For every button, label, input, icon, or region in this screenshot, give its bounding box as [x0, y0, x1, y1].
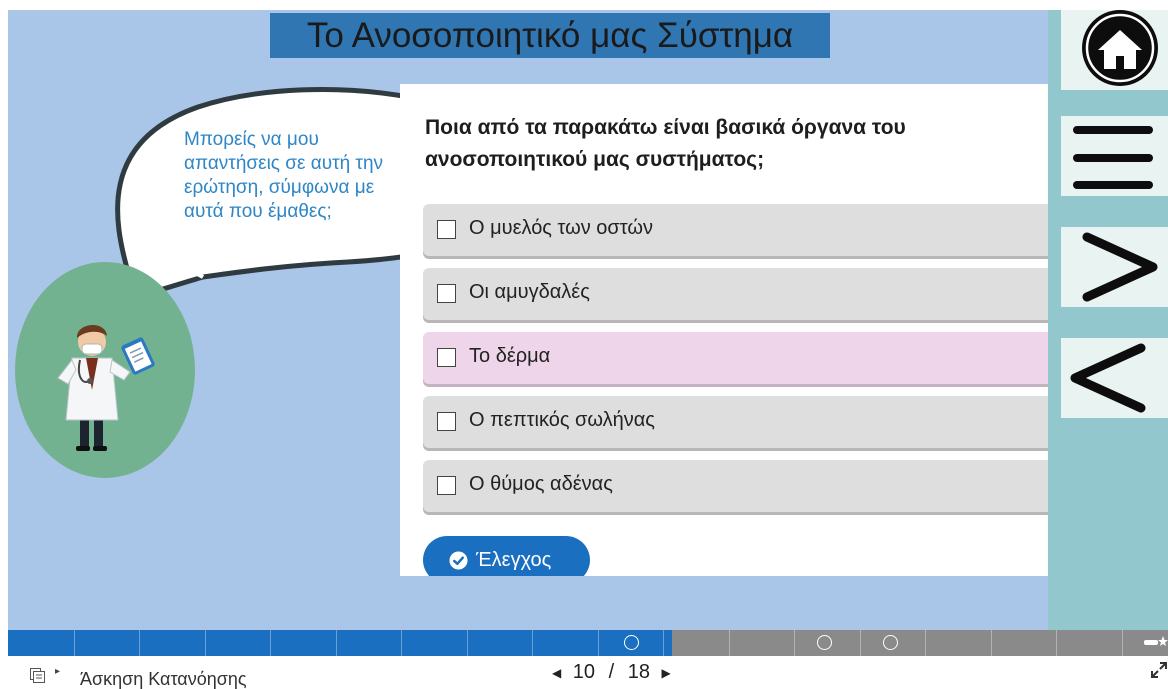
- quiz-option[interactable]: Ο πεπτικός σωλήνας: [423, 396, 1056, 448]
- check-circle-icon: [449, 551, 468, 570]
- progress-marker[interactable]: [817, 635, 833, 650]
- progress-segment-divider: [990, 630, 992, 656]
- progress-segment-divider: [335, 630, 337, 656]
- quiz-option[interactable]: Οι αμυγδαλές: [423, 268, 1056, 320]
- table-of-contents-icon[interactable]: [30, 668, 45, 683]
- menu-button[interactable]: [1061, 116, 1168, 196]
- quiz-option-label: Ο μυελός των οστών: [469, 217, 653, 239]
- progress-segment-divider: [401, 630, 402, 656]
- chevron-right-icon: [1082, 232, 1158, 302]
- quiz-option-label: Ο θύμος αδένας: [469, 473, 613, 495]
- next-button[interactable]: [1061, 227, 1168, 307]
- quiz-option-label: Ο πεπτικός σωλήνας: [469, 409, 655, 431]
- progress-fill: [8, 630, 672, 656]
- navigation-panel: [1048, 10, 1168, 630]
- progress-segment-divider: [794, 630, 795, 656]
- checkbox[interactable]: [437, 476, 456, 495]
- progress-bar[interactable]: [8, 630, 1168, 656]
- pager-separator: /: [608, 661, 615, 684]
- quiz-option[interactable]: Ο μυελός των οστών: [423, 204, 1056, 256]
- chevron-left-icon: [1070, 343, 1146, 413]
- player-footer: ▸ Άσκηση Κατανόησης ◀ 10 / 18 ▶: [0, 656, 1168, 689]
- progress-segment-divider: [139, 630, 140, 656]
- speech-bubble-text: Μπορείς να μου απαντήσεις σε αυτή την ερ…: [184, 129, 384, 222]
- slide-name: Άσκηση Κατανόησης: [80, 669, 247, 689]
- check-answer-button[interactable]: Έλεγχος: [423, 536, 590, 576]
- progress-marker[interactable]: [883, 635, 899, 650]
- previous-button[interactable]: [1061, 338, 1168, 418]
- progress-segment-divider: [73, 630, 75, 656]
- hamburger-menu-icon: [1073, 126, 1153, 189]
- previous-slide-arrow-icon[interactable]: ◀: [546, 666, 567, 680]
- title-banner: Το Ανοσοποιητικό μας Σύστημα: [270, 13, 830, 58]
- progress-segment-divider: [859, 630, 861, 656]
- progress-segment-divider: [466, 630, 468, 656]
- progress-segment-divider: [204, 630, 206, 656]
- finish-icon: [1144, 636, 1168, 646]
- checkbox[interactable]: [437, 284, 456, 303]
- current-slide-number: 10: [572, 661, 596, 684]
- progress-segment-divider: [1056, 630, 1057, 656]
- progress-segment-divider: [270, 630, 271, 656]
- total-slides-number: 18: [627, 661, 650, 684]
- home-icon: [1082, 10, 1158, 86]
- caret-right-icon[interactable]: ▸: [55, 666, 60, 677]
- slide-canvas: Το Ανοσοποιητικό μας Σύστημα Μπορείς να …: [8, 10, 1168, 630]
- quiz-option-label: Το δέρμα: [469, 345, 551, 367]
- presentation-stage: Το Ανοσοποιητικό μας Σύστημα Μπορείς να …: [0, 0, 1168, 689]
- progress-segment-divider: [597, 630, 599, 656]
- next-slide-arrow-icon[interactable]: ▶: [656, 666, 677, 680]
- quiz-option-label: Οι αμυγδαλές: [469, 281, 590, 303]
- quiz-option[interactable]: Το δέρμα: [423, 332, 1056, 384]
- home-button[interactable]: [1061, 10, 1168, 90]
- checkbox[interactable]: [437, 412, 456, 431]
- checkbox[interactable]: [437, 348, 456, 367]
- slide-pager: ◀ 10 / 18 ▶: [546, 661, 677, 685]
- quiz-panel: Ποια από τα παρακάτω είναι βασικά όργανα…: [400, 84, 1056, 576]
- fullscreen-expand-icon[interactable]: [1150, 661, 1168, 679]
- progress-segment-divider: [728, 630, 730, 656]
- current-position-marker[interactable]: [624, 635, 640, 650]
- quiz-question: Ποια από τα παρακάτω είναι βασικά όργανα…: [425, 116, 906, 171]
- progress-segment-divider: [925, 630, 926, 656]
- slide-title: Το Ανοσοποιητικό μας Σύστημα: [306, 16, 794, 55]
- progress-segment-divider: [663, 630, 664, 656]
- check-answer-label: Έλεγχος: [476, 549, 552, 571]
- progress-segment-divider: [1121, 630, 1123, 656]
- checkbox[interactable]: [437, 220, 456, 239]
- progress-segment-divider: [532, 630, 533, 656]
- quiz-option[interactable]: Ο θύμος αδένας: [423, 460, 1056, 512]
- doctor-illustration: [15, 262, 195, 478]
